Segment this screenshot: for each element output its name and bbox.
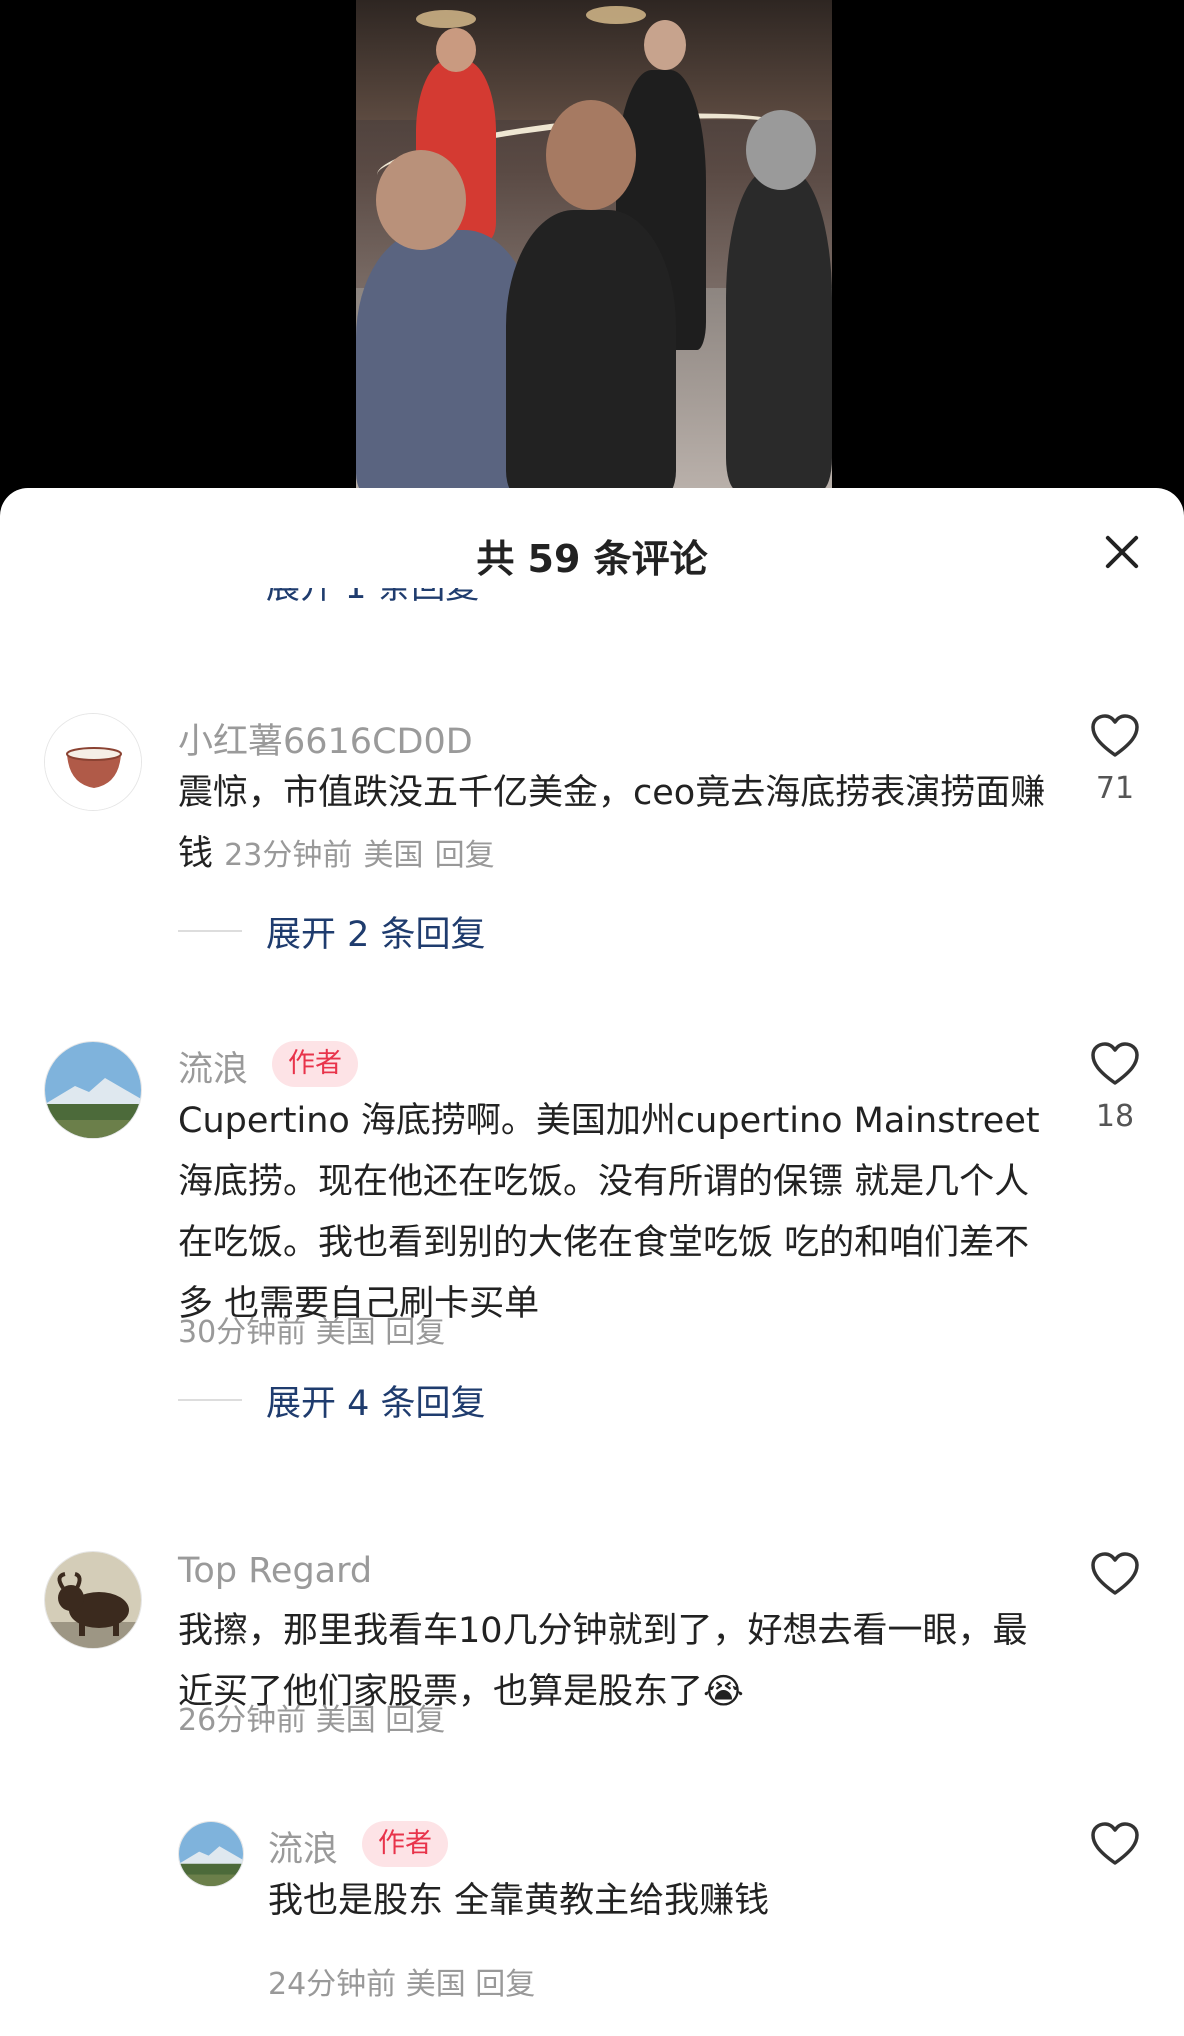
sheet-header: 共 59 条评论 [0, 488, 1184, 598]
reply-button[interactable]: 回复 [385, 1703, 445, 1738]
comment-location: 美国 [315, 1315, 376, 1350]
diner-head [746, 110, 816, 190]
comment-time: 24分钟前 [268, 1967, 397, 2002]
comment-location: 美国 [315, 1703, 376, 1738]
heart-icon [1091, 1042, 1139, 1085]
comment-location: 美国 [405, 1967, 466, 2002]
like-button[interactable] [1085, 1821, 1145, 1867]
crying-emoji-icon: 😭 [703, 1672, 744, 1712]
like-count: 18 [1095, 1099, 1135, 1134]
heart-icon [1091, 1552, 1139, 1595]
reply-button[interactable]: 回复 [385, 1315, 445, 1350]
comment-text: 我也是股东 全靠黄教主给我赚钱 [268, 1871, 1048, 1932]
bowl-icon [45, 714, 141, 810]
author-badge: 作者 [362, 1821, 448, 1867]
comment-time: 23分钟前 [224, 838, 353, 873]
expand-replies-label: 展开 2 条回复 [266, 915, 486, 955]
expand-replies-label: 展开 4 条回复 [266, 1384, 486, 1424]
comment-meta: 24分钟前 美国 回复 [268, 1959, 535, 2003]
heart-icon [1091, 1822, 1139, 1865]
close-icon[interactable] [1100, 530, 1144, 574]
comment-meta: 30分钟前 美国 回复 [178, 1307, 445, 1351]
comment-text: Cupertino 海底捞啊。美国加州cupertino Mainstreet … [178, 1091, 1058, 1335]
bull-icon [45, 1552, 141, 1648]
comment-location: 美国 [363, 838, 424, 873]
comment-body: 我也是股东 全靠黄教主给我赚钱 [268, 1881, 770, 1921]
comment-username[interactable]: Top Regard [178, 1551, 372, 1591]
comment-sheet: 共 59 条评论 展开 1 条回复 小红薯6616CD0D 震惊，市值跌没五千亿… [0, 488, 1184, 2036]
reply-button[interactable]: 回复 [475, 1967, 535, 2002]
expand-replies-button[interactable]: 展开 4 条回复 [178, 1375, 578, 1424]
heart-icon [1091, 714, 1139, 757]
mountain-icon [45, 1042, 141, 1138]
avatar[interactable] [178, 1821, 244, 1887]
comment-time: 30分钟前 [178, 1315, 307, 1350]
comment-text: 震惊，市值跌没五千亿美金，ceo竟去海底捞表演捞面赚钱 23分钟前 美国 回复 [178, 763, 1058, 886]
like-count: 71 [1095, 771, 1135, 806]
comment-username[interactable]: 流浪 [268, 1821, 338, 1872]
expand-replies-button[interactable]: 展开 2 条回复 [178, 906, 578, 955]
diner-head [376, 150, 466, 250]
like-button[interactable] [1085, 1551, 1145, 1597]
expand-divider [178, 930, 242, 932]
comment-time: 26分钟前 [178, 1703, 307, 1738]
comment-username[interactable]: 流浪 [178, 1041, 248, 1092]
avatar[interactable] [44, 1041, 142, 1139]
performer-head [644, 20, 686, 70]
avatar[interactable] [44, 713, 142, 811]
ceiling-lamp [416, 10, 476, 28]
diner-head [546, 100, 636, 210]
expand-replies-partial[interactable]: 展开 1 条回复 [266, 588, 479, 616]
comment-meta: 26分钟前 美国 回复 [178, 1695, 445, 1739]
video-frame[interactable] [356, 0, 832, 488]
expand-replies-label: 展开 1 条回复 [266, 588, 479, 604]
comment-count-title: 共 59 条评论 [476, 537, 708, 581]
expand-divider [178, 1399, 242, 1401]
like-button[interactable]: 71 [1085, 713, 1145, 806]
comment-username[interactable]: 小红薯6616CD0D [178, 713, 473, 764]
diner-figure [506, 210, 676, 488]
like-button[interactable]: 18 [1085, 1041, 1145, 1134]
staff-head [436, 28, 476, 72]
reply-button[interactable]: 回复 [435, 838, 495, 873]
author-badge: 作者 [272, 1041, 358, 1087]
diner-figure [726, 170, 832, 488]
ceiling-lamp [586, 6, 646, 24]
avatar[interactable] [44, 1551, 142, 1649]
mountain-icon [179, 1822, 243, 1886]
comment-body: Cupertino 海底捞啊。美国加州cupertino Mainstreet … [178, 1101, 1040, 1324]
